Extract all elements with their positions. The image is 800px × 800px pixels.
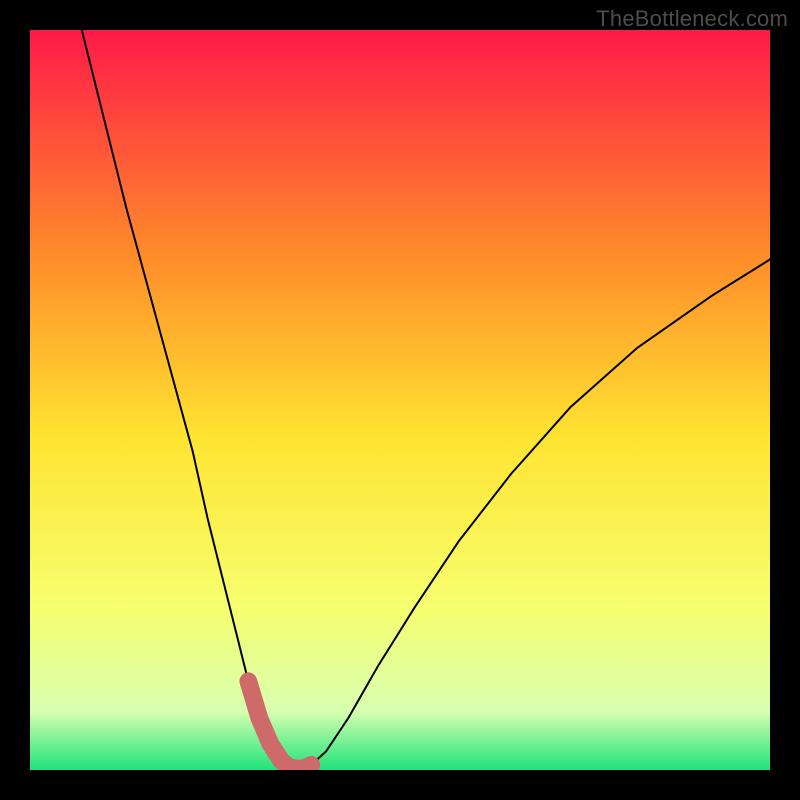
bottleneck-chart — [30, 30, 770, 770]
watermark-text: TheBottleneck.com — [596, 6, 788, 32]
chart-frame: TheBottleneck.com — [0, 0, 800, 800]
gradient-background — [30, 30, 770, 770]
